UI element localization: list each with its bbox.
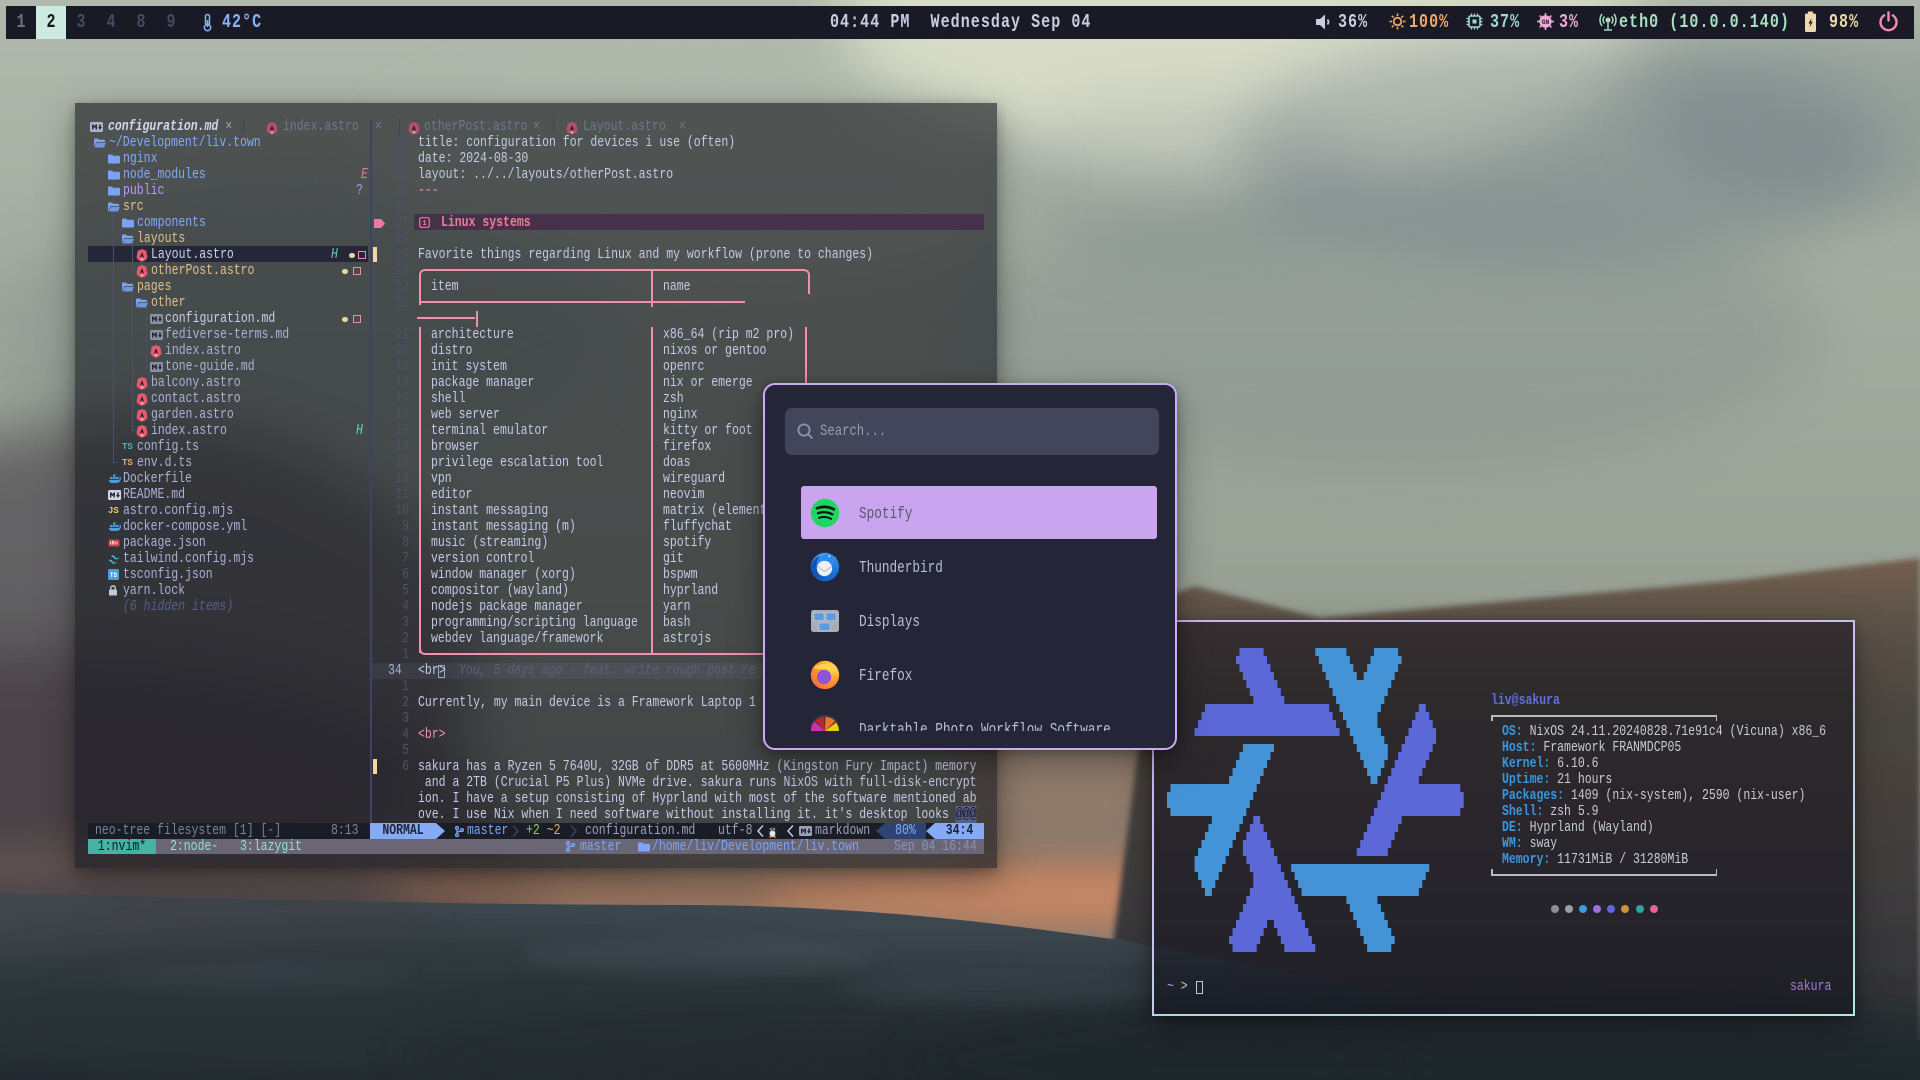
svg-text:1: 1 <box>422 220 427 228</box>
svg-text:GN: GN <box>1542 19 1550 26</box>
svg-text:TS: TS <box>110 572 118 579</box>
